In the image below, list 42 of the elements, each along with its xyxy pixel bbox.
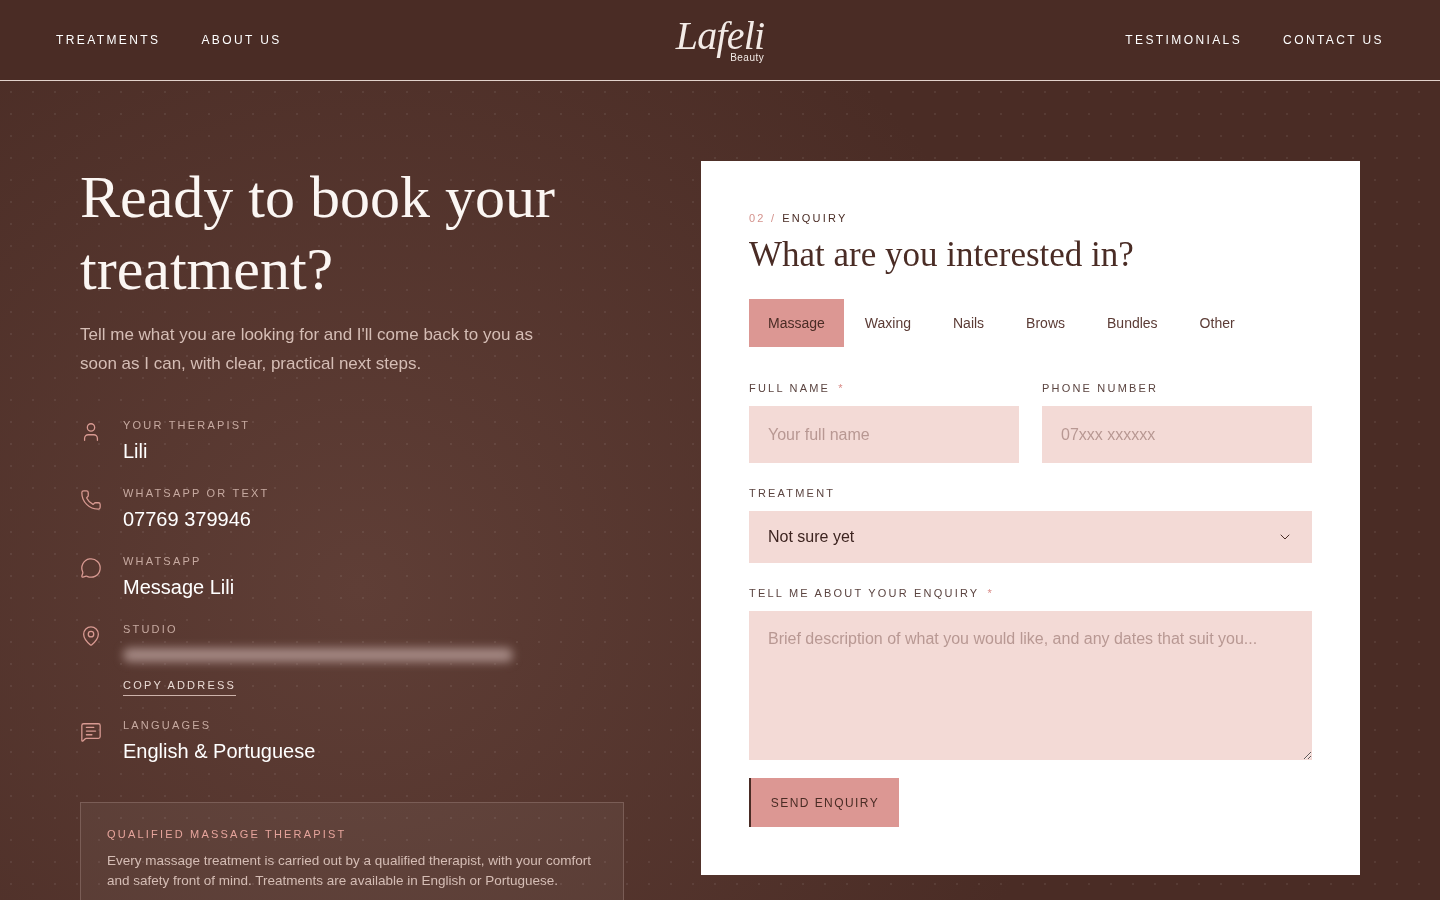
section-label: ENQUIRY [782,211,848,225]
field-label: TELL ME ABOUT YOUR ENQUIRY [749,586,980,600]
text-input[interactable]: 07xxx xxxxxx [1042,406,1312,463]
category-tab[interactable]: Brows [1005,299,1086,347]
intro-text: Tell me what you are looking for and I'll come back to you as soon as I can, with clear, practical next steps. [80,324,535,375]
nav-link[interactable]: TESTIMONIALS [1125,31,1243,49]
form-heading: What are you interested in? [749,234,1135,276]
info-card-title: QUALIFIED MASSAGE THERAPIST [107,827,348,841]
nav-link[interactable]: TREATMENTS [56,31,161,49]
step-number: 02 / [749,211,777,225]
phone-icon [80,489,102,511]
category-tab[interactable]: Waxing [843,299,932,347]
contact-value: Lili [123,439,149,464]
contact-value: English & Portuguese [123,739,316,764]
contact-value: 07769 379946 [123,507,252,532]
page-heading: Ready to book your treatment? [80,163,556,304]
category-tab[interactable]: Massage [749,299,844,347]
contact-label: STUDIO [123,622,179,636]
contact-value: Message Lili [123,575,235,600]
nav-link[interactable]: ABOUT US [201,31,282,49]
textarea-field[interactable]: Brief description of what you would like, and any dates that suit you... [749,611,1312,760]
info-card-text: Every massage treatment is carried out by a qualified therapist, with your comfort and safety front of mind. Treatments are available in English or Portuguese. [107,852,592,890]
text-input[interactable]: Your full name [749,406,1019,463]
message-lines-icon [80,721,102,743]
contact-label: YOUR THERAPIST [123,418,251,432]
send-enquiry-button[interactable]: SEND ENQUIRY [749,778,899,827]
field-label: TREATMENT [749,486,836,500]
select-field[interactable]: Not sure yet [749,511,1312,563]
category-tab[interactable]: Nails [932,299,1006,347]
contact-label: WHATSAPP OR TEXT [123,486,270,500]
nav-link[interactable]: CONTACT US [1283,31,1384,49]
required-mark: * [838,381,845,395]
required-mark: * [987,586,994,600]
speech-bubble-icon [80,557,102,579]
contact-label: LANGUAGES [123,718,213,732]
category-tab[interactable]: Bundles [1086,299,1179,347]
copy-address-link[interactable]: COPY ADDRESS [123,678,236,696]
category-tab[interactable]: Other [1178,299,1256,347]
field-label: FULL NAME [749,381,831,395]
contact-label: WHATSAPP [123,554,203,568]
map-pin-icon [80,625,102,647]
field-label: PHONE NUMBER [1042,381,1159,395]
